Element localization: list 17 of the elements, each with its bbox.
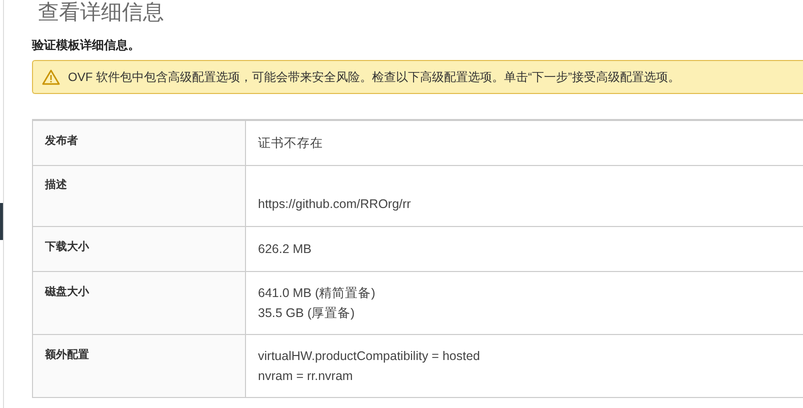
field-value: 35.5 GB (厚置备): [258, 305, 356, 322]
sidebar-marker: [0, 203, 3, 240]
field-value: 证书不存在: [258, 135, 324, 152]
alert-text: OVF 软件包中包含高级配置选项，可能会带来安全风险。检查以下高级配置选项。单击“下一步”接受高级配置选项。: [68, 68, 680, 86]
field-label: 额外配置: [33, 335, 246, 397]
field-value: https://github.com/RROrg/rr: [258, 196, 412, 213]
field-label: 发布者: [33, 121, 246, 165]
field-value: virtualHW.productCompatibility = hosted: [258, 348, 481, 365]
field-label: 磁盘大小: [33, 272, 246, 334]
page-title: 查看详细信息: [38, 0, 165, 24]
subtitle: 验证模板详细信息。: [32, 37, 141, 53]
field-label: 下载大小: [33, 227, 246, 271]
field-value: 641.0 MB (精简置备): [258, 285, 376, 302]
field-value: nvram = rr.nvram: [258, 368, 354, 385]
warning-icon: [42, 69, 60, 85]
field-label: 描述: [33, 166, 246, 226]
field-value: 626.2 MB: [258, 241, 313, 258]
